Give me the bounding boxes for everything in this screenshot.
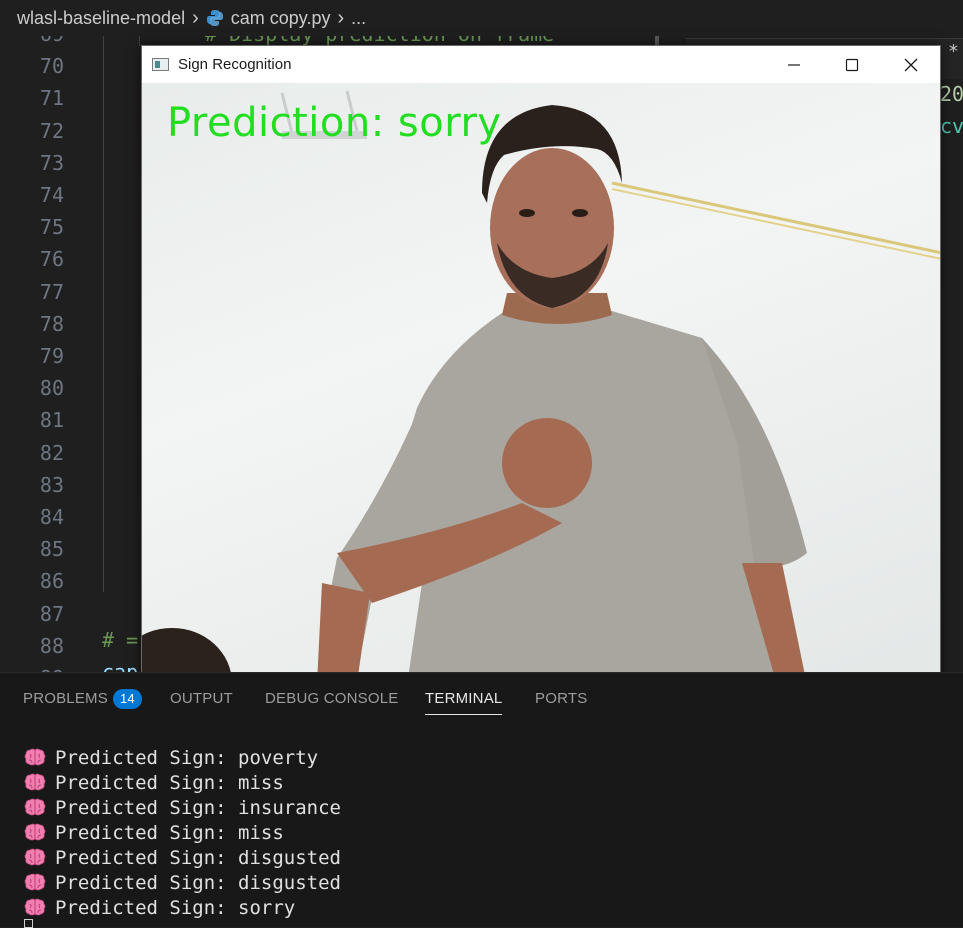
brain-emoji-icon bbox=[24, 898, 46, 916]
line-number: 79 bbox=[39, 344, 64, 368]
line-number: 83 bbox=[39, 472, 64, 497]
close-icon bbox=[904, 58, 918, 71]
problems-count-badge: 14 bbox=[112, 689, 142, 710]
terminal-line: Predicted Sign: insurance bbox=[24, 796, 341, 821]
code-line-88: # = bbox=[102, 628, 139, 652]
line-number: 84 bbox=[39, 505, 64, 529]
brain-emoji-icon bbox=[24, 823, 46, 841]
window-title: Sign Recognition bbox=[178, 56, 292, 73]
terminal-line-text: Predicted Sign: disgusted bbox=[55, 847, 341, 869]
app-icon bbox=[152, 58, 169, 71]
terminal-line: Predicted Sign: miss bbox=[24, 771, 284, 796]
maximize-button[interactable] bbox=[823, 46, 881, 83]
maximize-icon bbox=[845, 58, 859, 71]
brain-emoji-icon bbox=[24, 798, 46, 816]
breadcrumb-more[interactable]: ... bbox=[351, 8, 366, 29]
camera-feed: Prediction: sorry bbox=[142, 83, 940, 683]
line-number: 88 bbox=[39, 633, 64, 658]
line-number: 71 bbox=[39, 86, 64, 111]
line-number-gutter: 69 70 71 72 73 74 75 76 77 78 79 80 81 82 83 84 85 86 87 88… bbox=[0, 36, 70, 672]
minimize-button[interactable] bbox=[765, 46, 823, 83]
sign-recognition-window[interactable]: Sign Recognition Prediction: sorry bbox=[141, 45, 941, 684]
line-number: 81 bbox=[39, 408, 64, 433]
brain-emoji-icon bbox=[24, 848, 46, 866]
terminal-line-text: Predicted Sign: miss bbox=[55, 822, 284, 844]
breadcrumb-file[interactable]: cam copy.py bbox=[231, 8, 331, 29]
camera-frame-image bbox=[142, 90, 940, 683]
close-button[interactable] bbox=[882, 46, 940, 83]
python-file-icon bbox=[206, 10, 223, 26]
prediction-overlay-text: Prediction: sorry bbox=[167, 100, 502, 146]
breadcrumb: wlasl-baseline-model › cam copy.py › ... bbox=[0, 0, 963, 36]
line-number: 72 bbox=[39, 118, 64, 143]
terminal-line: Predicted Sign: disgusted bbox=[24, 846, 341, 871]
terminal-line: Predicted Sign: poverty bbox=[24, 746, 318, 771]
tab-ports[interactable]: PORTS bbox=[535, 673, 587, 725]
brain-emoji-icon bbox=[24, 748, 46, 766]
indent-guide bbox=[139, 36, 140, 46]
line-number: 77 bbox=[39, 279, 64, 304]
terminal-line-text: Predicted Sign: sorry bbox=[55, 897, 296, 919]
terminal-line: Predicted Sign: sorry bbox=[24, 896, 295, 921]
tab-problems-label: PROBLEMS bbox=[23, 690, 108, 707]
chevron-right-icon: › bbox=[337, 6, 345, 29]
brain-emoji-icon bbox=[24, 873, 46, 891]
line-number: 75 bbox=[39, 215, 64, 240]
line-number: 86 bbox=[39, 569, 64, 594]
line-number: 82 bbox=[39, 440, 64, 465]
right-code-71: 20 bbox=[940, 82, 963, 106]
terminal-line-text: Predicted Sign: poverty bbox=[55, 747, 319, 769]
line-number: 74 bbox=[39, 183, 64, 207]
terminal-line-text: Predicted Sign: insurance bbox=[55, 797, 341, 819]
line-number: 89 bbox=[0, 662, 64, 672]
tab-terminal[interactable]: TERMINAL bbox=[425, 673, 503, 725]
code-line-89: cap bbox=[102, 660, 139, 672]
tab-output[interactable]: OUTPUT bbox=[170, 673, 233, 725]
terminal-output[interactable]: Predicted Sign: poverty Predicted Sign: m… bbox=[0, 724, 963, 928]
breadcrumb-folder[interactable]: wlasl-baseline-model bbox=[17, 8, 185, 29]
window-titlebar[interactable]: Sign Recognition bbox=[142, 46, 940, 83]
panel-tab-bar: PROBLEMS 14 OUTPUT DEBUG CONSOLE TERMINAL… bbox=[0, 672, 963, 724]
line-number: 87 bbox=[39, 601, 64, 626]
line-number: 70 bbox=[39, 54, 64, 79]
indent-guide bbox=[103, 36, 104, 592]
line-number: 73 bbox=[39, 150, 64, 175]
terminal-line-text: Predicted Sign: disgusted bbox=[55, 872, 341, 894]
terminal-line-text: Predicted Sign: miss bbox=[55, 772, 284, 794]
line-number: 80 bbox=[39, 376, 64, 401]
minimize-icon bbox=[788, 63, 800, 66]
chevron-right-icon: › bbox=[192, 6, 199, 29]
brain-emoji-icon bbox=[24, 773, 46, 791]
line-number: 78 bbox=[39, 311, 64, 336]
line-number: 85 bbox=[39, 537, 64, 562]
tab-problems[interactable]: PROBLEMS 14 bbox=[23, 673, 142, 725]
right-code-72: cv bbox=[940, 114, 963, 138]
terminal-line: Predicted Sign: disgusted bbox=[24, 871, 341, 896]
line-number: 69 bbox=[0, 36, 64, 50]
tab-debug-console[interactable]: DEBUG CONSOLE bbox=[265, 673, 398, 725]
line-number: 76 bbox=[39, 247, 64, 272]
right-pane-marker: * bbox=[948, 41, 959, 62]
terminal-line: Predicted Sign: miss bbox=[24, 821, 284, 846]
